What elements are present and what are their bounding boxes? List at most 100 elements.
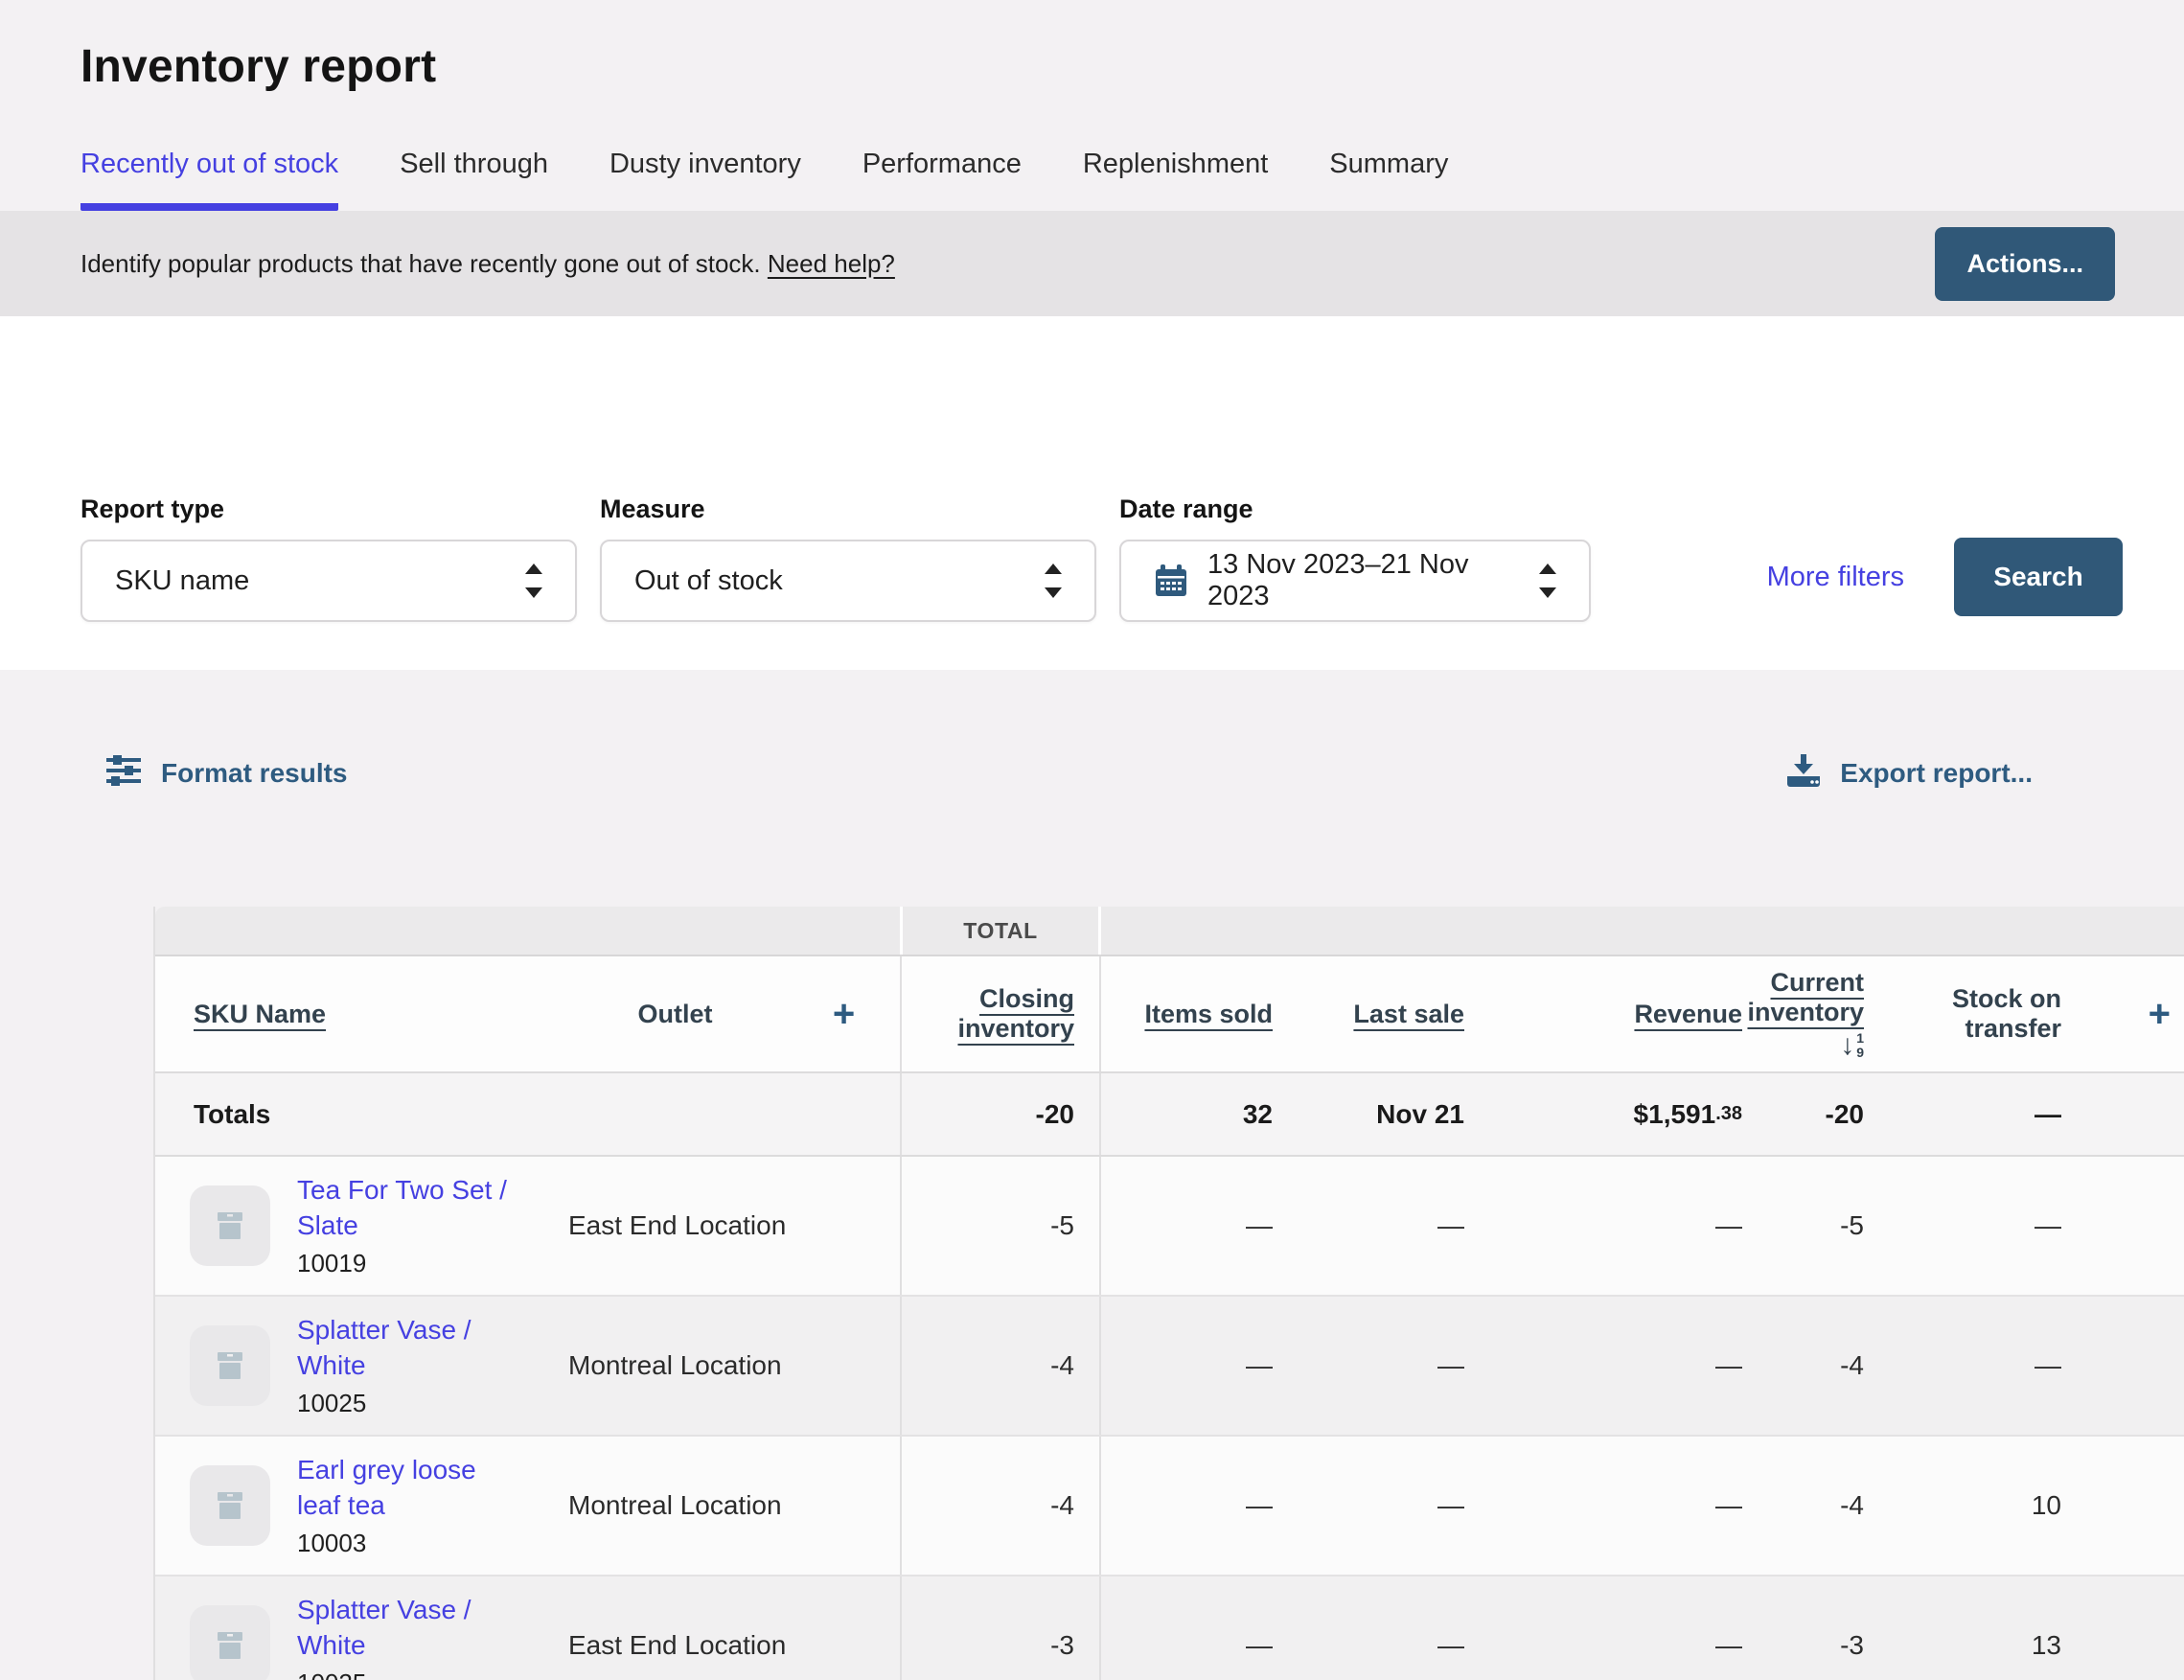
totals-closing-inventory: -20 [900,1073,1101,1155]
tab-summary[interactable]: Summary [1329,149,1448,211]
stock-on-transfer-cell: 10 [1868,1437,2069,1575]
last-sale-cell: — [1278,1576,1470,1680]
date-range-field: Date range 13 Nov 2023–21 Nov 2023 [1119,495,1591,622]
filter-actions: More filters Search [1767,495,2123,618]
chevron-up-icon [1539,564,1556,574]
format-results-button[interactable]: Format results [105,754,348,794]
stock-on-transfer-cell: — [1868,1157,2069,1295]
product-thumbnail [190,1605,270,1680]
closing-inventory-cell: -3 [900,1576,1101,1680]
chevron-up-icon [1045,564,1062,574]
column-header-sku-name[interactable]: SKU Name [155,956,563,1071]
chevron-down-icon [525,587,542,598]
revenue-cell: — [1470,1157,1748,1295]
date-range-label: Date range [1119,495,1591,524]
select-spinner-icon [525,564,542,598]
product-sku: 10003 [297,1529,516,1558]
banner-description: Identify popular products that have rece… [80,249,761,278]
current-inventory-cell: -5 [1748,1157,1868,1295]
chevron-down-icon [1539,587,1556,598]
measure-select[interactable]: Out of stock [600,540,1096,622]
totals-row: Totals -20 32 Nov 21 $1,591.38 -20 — [155,1073,2184,1157]
report-type-value: SKU name [115,565,249,597]
column-header-revenue[interactable]: Revenue [1470,956,1748,1071]
add-column-button-right[interactable]: + [2069,956,2184,1071]
table-group-header-row: TOTAL [155,907,2184,956]
product-sku: 10019 [297,1249,516,1278]
revenue-cell: — [1470,1437,1748,1575]
spacer-cell [2069,1157,2184,1295]
product-cell: Tea For Two Set / Slate 10019 [155,1157,563,1295]
totals-label: Totals [155,1073,900,1155]
table-row: Earl grey loose leaf tea10003 Montreal L… [155,1437,2184,1576]
group-total-label: TOTAL [900,907,1101,955]
table-header-row: SKU Name Outlet + Closing inventory Item… [155,956,2184,1073]
tab-replenishment[interactable]: Replenishment [1083,149,1268,211]
totals-revenue: $1,591.38 [1470,1073,1748,1155]
items-sold-cell: — [1101,1157,1278,1295]
report-content: Format results Export report... TOTAL SK… [0,670,2184,1680]
totals-stock-on-transfer: — [1868,1073,2069,1155]
column-header-items-sold[interactable]: Items sold [1101,956,1278,1071]
table-row: Tea For Two Set / Slate10019 East End Lo… [155,1157,2184,1297]
product-link[interactable]: Tea For Two Set / Slate [297,1175,507,1240]
report-type-select[interactable]: SKU name [80,540,577,622]
tab-sell-through[interactable]: Sell through [400,149,548,211]
format-results-label: Format results [161,758,348,789]
report-tabs: Recently out of stock Sell through Dusty… [80,149,2104,211]
stock-on-transfer-cell: — [1868,1297,2069,1435]
measure-field: Measure Out of stock [600,495,1096,622]
totals-current-inventory: -20 [1748,1073,1868,1155]
table-row: Splatter Vase / White 10025 East End Loca… [155,1576,2184,1680]
add-column-button-left[interactable]: + [788,956,900,1071]
outlet-cell: Montreal Location [563,1297,788,1435]
product-link[interactable]: Splatter Vase / White [297,1315,471,1380]
product-cell: Splatter Vase / White10025 [155,1297,563,1435]
product-link[interactable]: Earl grey loose leaf tea [297,1455,476,1520]
closing-inventory-cell: -5 [900,1157,1101,1295]
items-sold-cell: — [1101,1297,1278,1435]
search-button[interactable]: Search [1954,538,2123,616]
current-inventory-cell: -4 [1748,1297,1868,1435]
banner-text: Identify popular products that have rece… [80,249,895,279]
sort-numeric-icon: ↓19 [1840,1031,1864,1060]
measure-value: Out of stock [634,565,783,597]
actions-button[interactable]: Actions... [1935,227,2115,301]
column-header-current-inventory[interactable]: Current inventory↓19 [1748,956,1868,1071]
page-header: Inventory report Recently out of stock S… [0,0,2184,211]
totals-items-sold: 32 [1101,1073,1278,1155]
totals-last-sale: Nov 21 [1278,1073,1470,1155]
last-sale-cell: — [1278,1297,1470,1435]
column-header-outlet: Outlet [563,956,788,1071]
plus-icon: + [2149,995,2171,1033]
product-link[interactable]: Splatter Vase / White [297,1595,471,1660]
need-help-link[interactable]: Need help? [768,249,895,278]
column-header-stock-on-transfer: Stock on transfer [1868,956,2069,1071]
outlet-cell: East End Location [563,1576,788,1680]
select-spinner-icon [1045,564,1062,598]
tab-dusty-inventory[interactable]: Dusty inventory [609,149,801,211]
spacer-cell [2069,1576,2184,1680]
page-title: Inventory report [80,40,2104,93]
column-header-last-sale[interactable]: Last sale [1278,956,1470,1071]
spacer-cell [2069,1297,2184,1435]
product-thumbnail [190,1185,270,1266]
more-filters-link[interactable]: More filters [1767,562,1904,593]
table-row: Splatter Vase / White10025 Montreal Loca… [155,1297,2184,1437]
plus-icon: + [833,995,855,1033]
spacer-cell [788,1437,900,1575]
tab-performance[interactable]: Performance [862,149,1022,211]
date-range-select[interactable]: 13 Nov 2023–21 Nov 2023 [1119,540,1591,622]
export-report-button[interactable]: Export report... [1786,754,2033,794]
column-header-closing-inventory[interactable]: Closing inventory [900,956,1101,1071]
current-inventory-cell: -3 [1748,1576,1868,1680]
product-sku: 10025 [297,1668,516,1680]
revenue-cell: — [1470,1297,1748,1435]
spacer-cell [788,1157,900,1295]
tab-recently-out-of-stock[interactable]: Recently out of stock [80,149,338,211]
spacer-cell [788,1297,900,1435]
product-thumbnail [190,1465,270,1546]
export-report-label: Export report... [1840,758,2033,789]
date-range-value: 13 Nov 2023–21 Nov 2023 [1207,549,1503,612]
closing-inventory-cell: -4 [900,1437,1101,1575]
